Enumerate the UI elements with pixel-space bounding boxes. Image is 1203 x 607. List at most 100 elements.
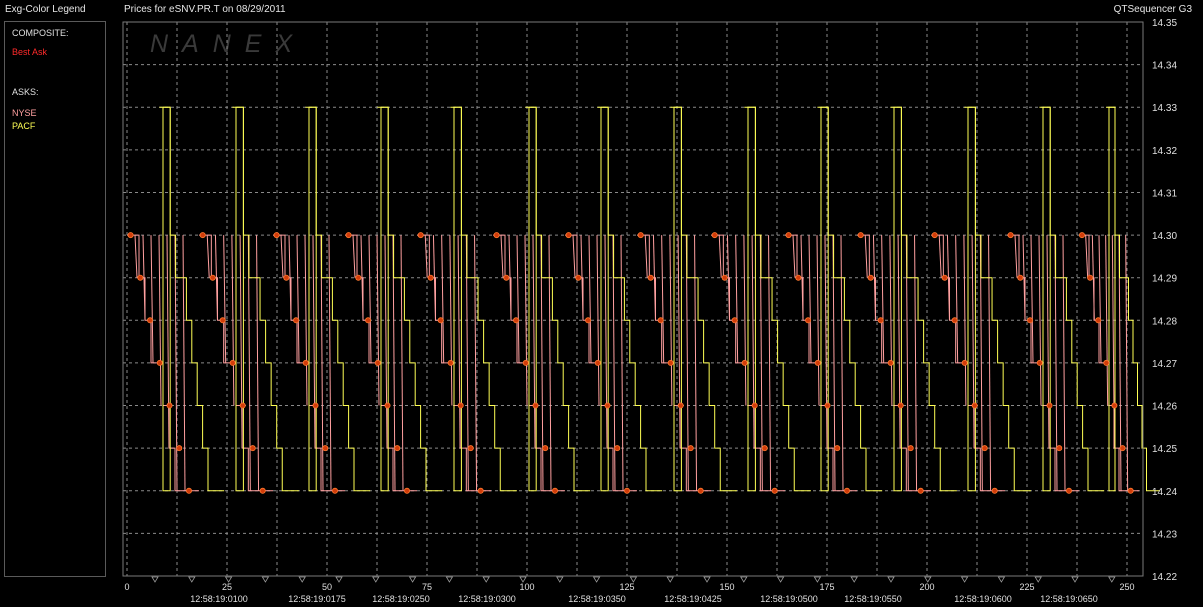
axis-marker — [703, 576, 711, 583]
best-ask-marker — [585, 317, 592, 324]
best-ask-marker — [887, 359, 894, 366]
nyse-spike — [1111, 235, 1115, 449]
best-ask-marker — [1079, 232, 1086, 239]
best-ask-marker — [447, 359, 454, 366]
y-tick-label: 14.25 — [1152, 444, 1177, 455]
axis-marker — [592, 576, 601, 583]
best-ask-marker — [1056, 445, 1063, 452]
axis-marker — [298, 576, 306, 583]
nyse-spike — [897, 235, 901, 449]
best-ask-marker — [785, 232, 792, 239]
best-ask-marker — [604, 402, 611, 409]
nyse-spike — [751, 235, 755, 449]
best-ask-marker — [273, 232, 280, 239]
best-ask-marker — [931, 232, 938, 239]
axis-marker — [372, 576, 380, 583]
x-tick-label: 100 — [519, 582, 534, 592]
best-ask-marker — [185, 487, 192, 494]
axis-marker — [556, 576, 564, 583]
y-tick-label: 14.28 — [1152, 316, 1177, 327]
nyse-spike — [474, 235, 478, 491]
best-ask-marker — [199, 232, 206, 239]
best-ask-marker — [971, 402, 978, 409]
best-ask-marker — [917, 487, 924, 494]
nyse-spike — [971, 235, 975, 449]
best-ask-marker — [249, 445, 256, 452]
axes: 14.22 14.23 14.24 14.25 14.26 14.27 14.28 14.29… — [122, 18, 1177, 604]
nyse-spike — [166, 235, 170, 449]
best-ask-marker — [1027, 317, 1034, 324]
nyse-spike — [500, 235, 504, 278]
best-ask-marker — [176, 445, 183, 452]
axis-marker — [1034, 576, 1042, 583]
best-ask-marker — [731, 317, 738, 324]
nyse-spike — [938, 235, 942, 278]
axis-marker — [776, 576, 785, 583]
nyse-spike — [677, 235, 681, 449]
best-ask-marker — [677, 402, 684, 409]
best-ask-marker — [477, 487, 484, 494]
best-ask-marker — [1111, 402, 1118, 409]
best-ask-marker — [374, 359, 381, 366]
nyse-spike — [743, 235, 747, 406]
nyse-spike — [1085, 235, 1089, 278]
axis-marker — [740, 576, 748, 583]
best-ask-marker — [259, 487, 266, 494]
best-ask-marker — [1127, 487, 1134, 494]
nyse-spike — [864, 235, 868, 278]
nyse-spike — [457, 235, 461, 449]
best-ask-marker — [1103, 359, 1110, 366]
x-tick-label: 125 — [619, 582, 634, 592]
best-ask-marker — [867, 274, 874, 281]
best-ask-marker — [741, 359, 748, 366]
best-ask-marker — [331, 487, 338, 494]
best-ask-marker — [239, 402, 246, 409]
time-tick-label: 12:58:19:0350 — [568, 594, 626, 604]
y-tick-label: 14.24 — [1152, 487, 1177, 498]
axis-marker — [960, 576, 969, 583]
best-ask-marker — [503, 274, 510, 281]
best-ask-marker — [513, 317, 520, 324]
best-ask-marker — [795, 274, 802, 281]
best-ask-marker — [322, 445, 329, 452]
series-layer — [127, 106, 1160, 494]
best-ask-marker — [575, 274, 582, 281]
best-ask-marker — [657, 317, 664, 324]
grid-lines — [123, 22, 1143, 576]
best-ask-marker — [1036, 359, 1043, 366]
nyse-spike — [1046, 235, 1050, 449]
best-ask-marker — [551, 487, 558, 494]
y-tick-label: 14.33 — [1152, 103, 1177, 114]
best-ask-marker — [1046, 402, 1053, 409]
best-ask-marker — [614, 445, 621, 452]
x-tick-label: 175 — [819, 582, 834, 592]
time-tick-label: 12:58:19:0250 — [372, 594, 430, 604]
best-ask-marker — [1065, 487, 1072, 494]
best-ask-marker — [137, 274, 144, 281]
x-tick-label: 75 — [422, 582, 432, 592]
best-ask-marker — [147, 317, 154, 324]
best-ask-marker — [209, 274, 216, 281]
best-ask-marker — [384, 402, 391, 409]
nyse-spike — [840, 235, 844, 491]
best-ask-marker — [493, 232, 500, 239]
nyse-spike — [134, 235, 138, 278]
best-ask-marker — [824, 402, 831, 409]
best-ask-marker — [805, 317, 812, 324]
best-ask-marker — [312, 402, 319, 409]
best-ask-marker — [394, 445, 401, 452]
best-ask-marker — [667, 359, 674, 366]
nyse-spike — [352, 235, 356, 278]
axis-marker — [887, 576, 895, 583]
y-tick-label: 14.35 — [1152, 18, 1177, 29]
nyse-spike — [1014, 235, 1018, 278]
x-tick-label: 50 — [322, 582, 332, 592]
axis-marker — [482, 576, 490, 583]
y-tick-label: 14.31 — [1152, 188, 1177, 199]
nyse-spike — [644, 235, 648, 278]
best-ask-marker — [877, 317, 884, 324]
nyse-spike — [449, 235, 453, 406]
best-ask-marker — [1087, 274, 1094, 281]
time-tick-label: 12:58:19:0425 — [664, 594, 722, 604]
y-tick-label: 14.27 — [1152, 359, 1177, 370]
